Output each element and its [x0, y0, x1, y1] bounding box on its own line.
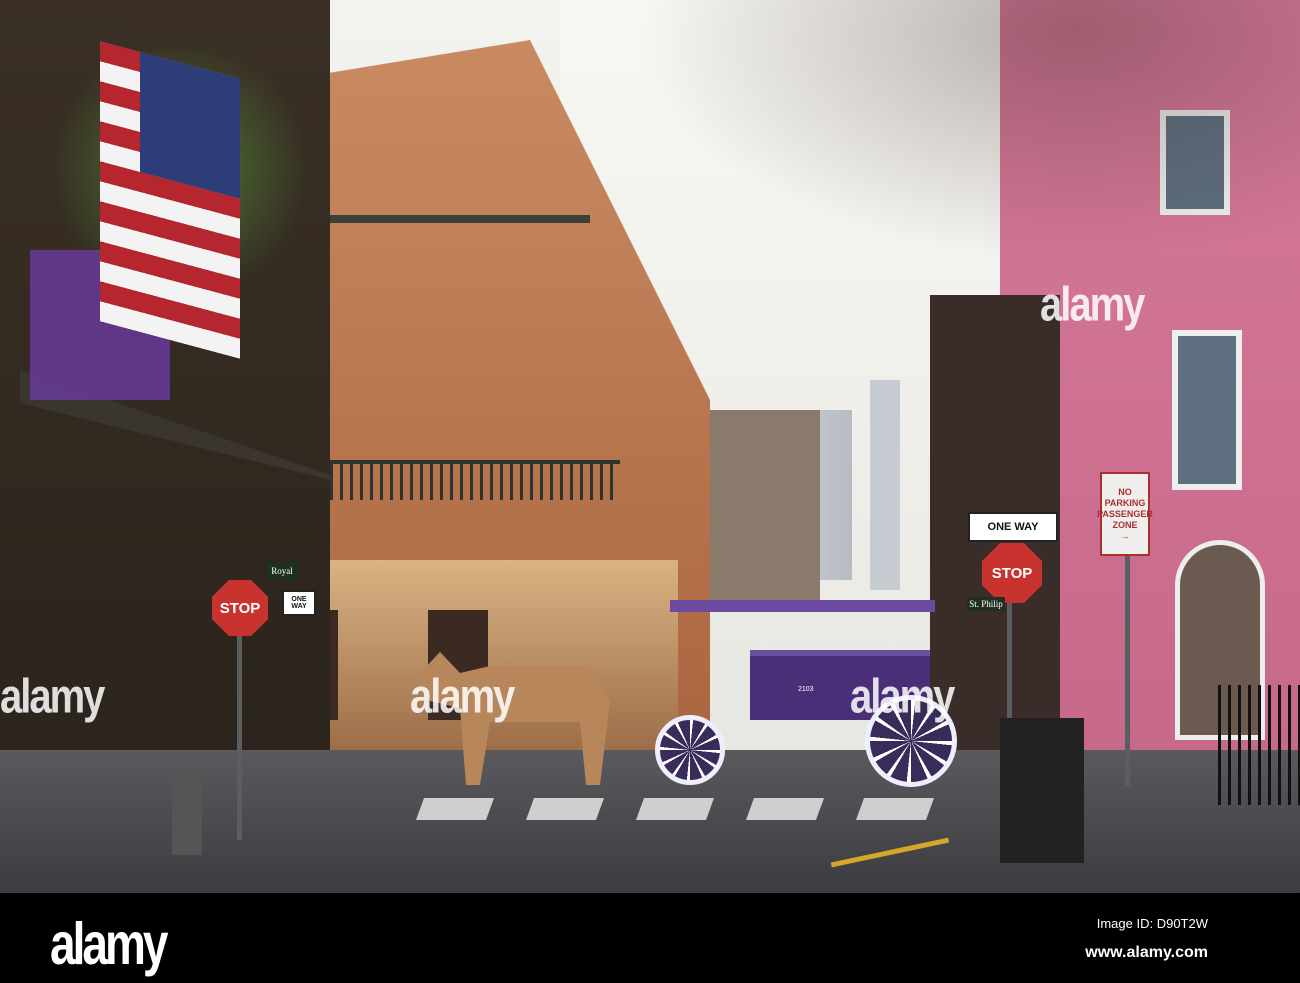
no-parking-text: NO PARKING	[1104, 486, 1146, 508]
american-flag	[100, 41, 240, 359]
tree-branches	[560, 0, 1300, 300]
watermark: alamy	[850, 670, 955, 724]
fire-hydrant	[172, 770, 202, 855]
royal-street-sign: Royal	[266, 562, 298, 580]
alamy-url: www.alamy.com	[1085, 944, 1208, 961]
one-way-sign-right: ONE WAY	[968, 512, 1058, 542]
passenger-zone-text: PASSENGER ZONE	[1097, 508, 1153, 530]
sign-pole	[237, 620, 242, 840]
one-way-sign-left: ONE WAY	[282, 590, 316, 616]
watermark: alamy	[0, 670, 105, 724]
iron-fence	[1218, 685, 1300, 805]
stop-sign-right: STOP	[982, 543, 1042, 603]
watermark: alamy	[1040, 278, 1145, 332]
sign-pole	[1125, 556, 1130, 786]
alamy-logo: alamy	[50, 909, 168, 977]
arrow-right-icon: →	[1120, 530, 1130, 541]
yellow-line	[830, 837, 950, 868]
watermark: alamy	[410, 670, 515, 724]
trash-can	[1000, 718, 1084, 863]
carriage-wheel	[655, 715, 725, 785]
stop-sign-left: STOP	[212, 580, 268, 636]
no-parking-sign: NO PARKING PASSENGER ZONE →	[1097, 472, 1153, 556]
carriage-number: 2103	[798, 686, 814, 693]
street-photo: 2103 STOP ONE WAY Royal ONE WAY STOP St.…	[0, 0, 1300, 893]
st-philip-street-sign: St. Philip	[967, 597, 1005, 611]
window	[1172, 330, 1242, 490]
image-id: Image ID: D90T2W	[1096, 916, 1208, 931]
upper-balcony	[330, 215, 590, 223]
lower-balcony-railing	[320, 460, 620, 500]
carriage-roof	[670, 600, 935, 612]
skyscraper-distant	[870, 380, 900, 590]
